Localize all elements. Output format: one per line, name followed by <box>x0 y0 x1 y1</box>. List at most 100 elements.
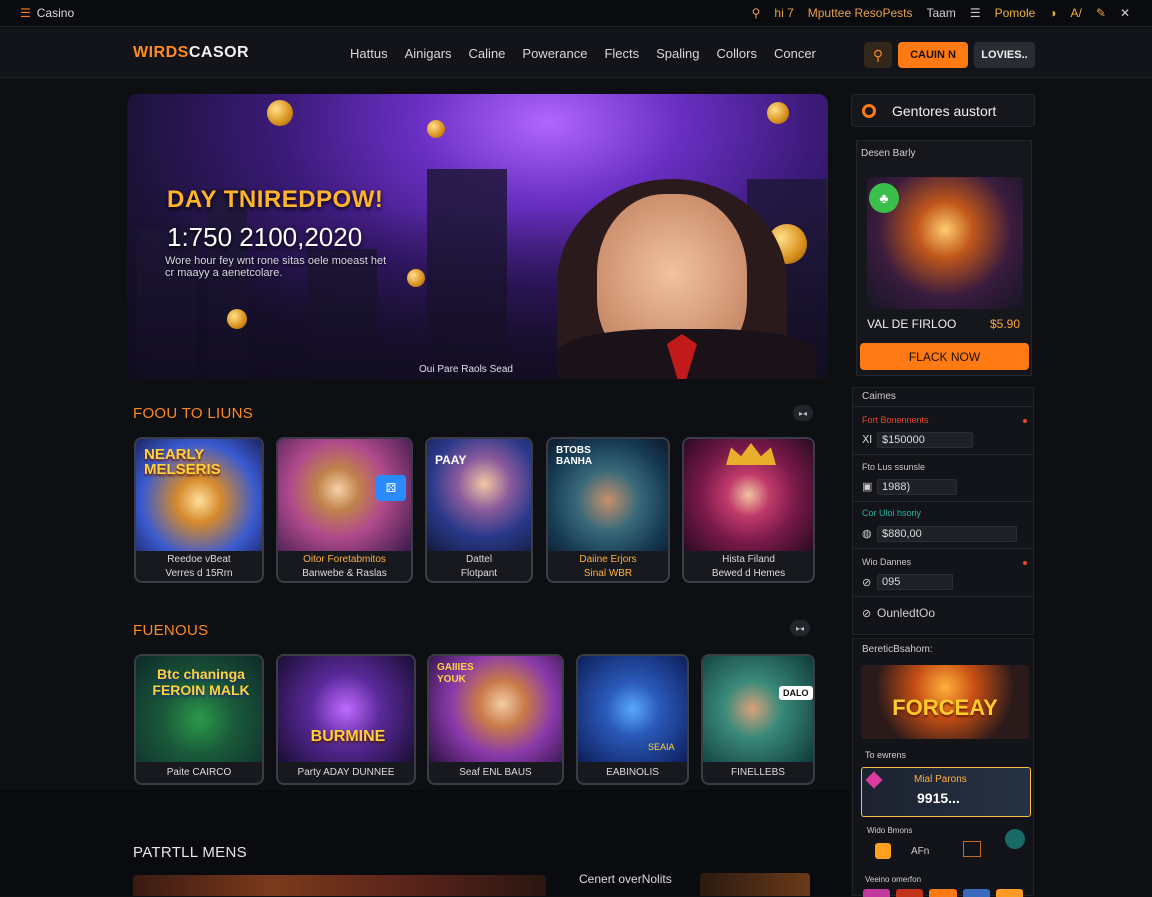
section-title: FOOU TO LIUNS <box>133 405 254 422</box>
form-bottom-link[interactable]: OunledtOo <box>877 606 935 620</box>
game-art: ⚄ <box>278 439 411 551</box>
nav-item-concer[interactable]: Concer <box>774 46 816 61</box>
search-button[interactable]: ⚲ <box>864 42 892 68</box>
nav-item-caline[interactable]: Caline <box>469 46 506 61</box>
topbar-extra[interactable]: A/ <box>1071 6 1082 20</box>
status-dot <box>1023 561 1027 565</box>
game-caption: EABINOLIS <box>606 767 659 778</box>
game-art: BTOBS BANHA <box>548 439 668 551</box>
featured-game-art: ♣ <box>867 177 1023 309</box>
search-icon: ⚲ <box>872 46 884 63</box>
game-art: Btc chaninga FEROIN MALK <box>136 656 262 762</box>
section-more-button[interactable]: ▸◂ <box>790 620 810 636</box>
game-art: PAAY <box>427 439 531 551</box>
field-icon: ⊘ <box>862 577 872 589</box>
promo-card-value: 9915... <box>917 790 960 806</box>
download-icon: ⊘ <box>862 608 872 620</box>
coin-icon <box>227 309 247 329</box>
play-now-button[interactable]: FLACK NOW <box>860 343 1029 370</box>
status-dot <box>1023 419 1027 423</box>
list-icon[interactable]: ☰ <box>970 6 981 20</box>
featured-game-box[interactable]: Desen Barly ♣ VAL DE FIRLOO $5.90 <box>856 140 1032 376</box>
game-art-title: SEAIA <box>648 742 675 752</box>
game-card[interactable]: GAIIIES YOUK Seaf ENL BAUS <box>427 654 564 785</box>
section-right-label[interactable]: Cenert overNolits <box>579 872 672 886</box>
promo-bottom-text: AFn <box>911 846 930 857</box>
login-button[interactable]: CAUIN N <box>898 42 968 68</box>
site-label[interactable]: Casino <box>37 6 74 20</box>
game-caption: Seaf ENL BAUS <box>459 767 532 778</box>
game-card[interactable]: Btc chaninga FEROIN MALK Paite CAIRCO <box>134 654 264 785</box>
field-icon: ◍ <box>862 528 872 540</box>
game-card[interactable]: BTOBS BANHA Daiine Erjors Sinal WBR <box>546 437 670 583</box>
profile-icon[interactable]: ◑ <box>1049 6 1056 20</box>
promo-art[interactable]: FORCEAY <box>861 665 1029 739</box>
link-icon[interactable]: ✎ <box>1096 6 1106 20</box>
nav-item-ainigars[interactable]: Ainigars <box>405 46 452 61</box>
topbar-item-1[interactable]: hi 7 <box>774 6 793 20</box>
nav-item-flects[interactable]: Flects <box>604 46 639 61</box>
topbar-item-2[interactable]: Mputtee ResoPests <box>808 6 913 20</box>
section-more-button[interactable]: ▸◂ <box>793 405 813 421</box>
form-field-input[interactable]: 095 <box>877 574 953 590</box>
game-caption-line1: Dattel <box>465 554 493 565</box>
game-art: GAIIIES YOUK <box>429 656 562 762</box>
game-art <box>684 439 813 551</box>
divider <box>853 548 1033 549</box>
hero-banner[interactable]: DAY TNIREDPOW! 1:750 2100,2020 Wore hour… <box>127 94 828 379</box>
game-card[interactable]: SEAIA EABINOLIS <box>576 654 689 785</box>
coin-icon <box>267 100 293 126</box>
game-art-title: BTOBS BANHA <box>556 445 593 467</box>
game-card[interactable]: Hista Filand Bewed d Hemes <box>682 437 815 583</box>
divider <box>853 501 1033 502</box>
game-card[interactable]: PAAY Dattel Flotpant <box>425 437 533 583</box>
topbar-item-3[interactable]: Taam <box>926 6 955 20</box>
nav-item-powerance[interactable]: Powerance <box>522 46 587 61</box>
form-field-input[interactable]: $150000 <box>877 432 973 448</box>
coin-icon <box>407 269 425 287</box>
form-field-input[interactable]: $880,00 <box>877 526 1017 542</box>
section-title: PATRTLL MENS <box>133 844 247 861</box>
game-art: NEARLY MELSERIS <box>136 439 262 551</box>
nav-item-spaling[interactable]: Spaling <box>656 46 699 61</box>
form-field-label: Wio Dannes <box>862 557 912 567</box>
promo-thumbnail[interactable] <box>700 873 810 896</box>
game-art-title: BURMINE <box>310 728 386 745</box>
form-field-input[interactable]: 1988) <box>877 479 957 495</box>
featured-value-label: VAL DE FIRLOO <box>867 317 957 331</box>
trophy-icon <box>875 843 891 859</box>
game-card[interactable]: NEARLY MELSERIS Reedoe vBeat Verres d 15… <box>134 437 264 583</box>
form-title: Caimes <box>862 391 896 402</box>
game-card[interactable]: BURMINE Party ADAY DUNNEE <box>276 654 416 785</box>
badge-icon: ♣ <box>869 183 899 213</box>
nav-item-collors[interactable]: Collors <box>717 46 757 61</box>
game-caption: FINELLEBS <box>731 767 785 778</box>
promo-label: Veeino omerfon <box>865 875 922 884</box>
coin-icon <box>427 120 445 138</box>
divider <box>853 454 1033 455</box>
sidebar-promo: BereticBsahom: FORCEAY To ewrens Mial Pa… <box>852 638 1034 897</box>
featured-price: $5.90 <box>990 317 1021 331</box>
game-caption-line2: Sinal WBR <box>583 568 633 579</box>
site-logo[interactable]: WIRDSCASOR <box>133 44 249 62</box>
featured-label: Desen Barly <box>861 148 916 159</box>
promo-title: BereticBsahom: <box>862 644 933 655</box>
nav-item-hattus[interactable]: Hattus <box>350 46 388 61</box>
promo-label: To ewrens <box>865 750 907 760</box>
game-card[interactable]: DALO FINELLEBS <box>701 654 815 785</box>
game-caption-line1: Oitor Foretabmitos <box>303 554 386 565</box>
account-label[interactable]: Pomole <box>995 6 1036 20</box>
search-icon[interactable]: ⚲ <box>752 6 761 20</box>
promo-card[interactable]: Mial Parons 9915... <box>861 767 1031 817</box>
game-card[interactable]: ⚄ Oitor Foretabmitos Banwebe & Raslas <box>276 437 413 583</box>
register-button[interactable]: LOVIES.. <box>974 42 1035 68</box>
form-field-label: Fort Bonennents <box>862 415 929 425</box>
sidebar-form: Caimes Fort Bonennents Ⅺ $150000 Fto Lus… <box>852 387 1034 635</box>
target-icon <box>862 103 876 118</box>
hamburger-icon[interactable]: ☰ <box>20 6 31 20</box>
game-art-title: GAIIIES YOUK <box>437 662 474 685</box>
promo-thumbnail[interactable] <box>133 875 546 896</box>
field-icon: Ⅺ <box>862 434 873 446</box>
game-art: BURMINE <box>278 656 414 762</box>
close-icon[interactable]: ✕ <box>1120 6 1130 20</box>
